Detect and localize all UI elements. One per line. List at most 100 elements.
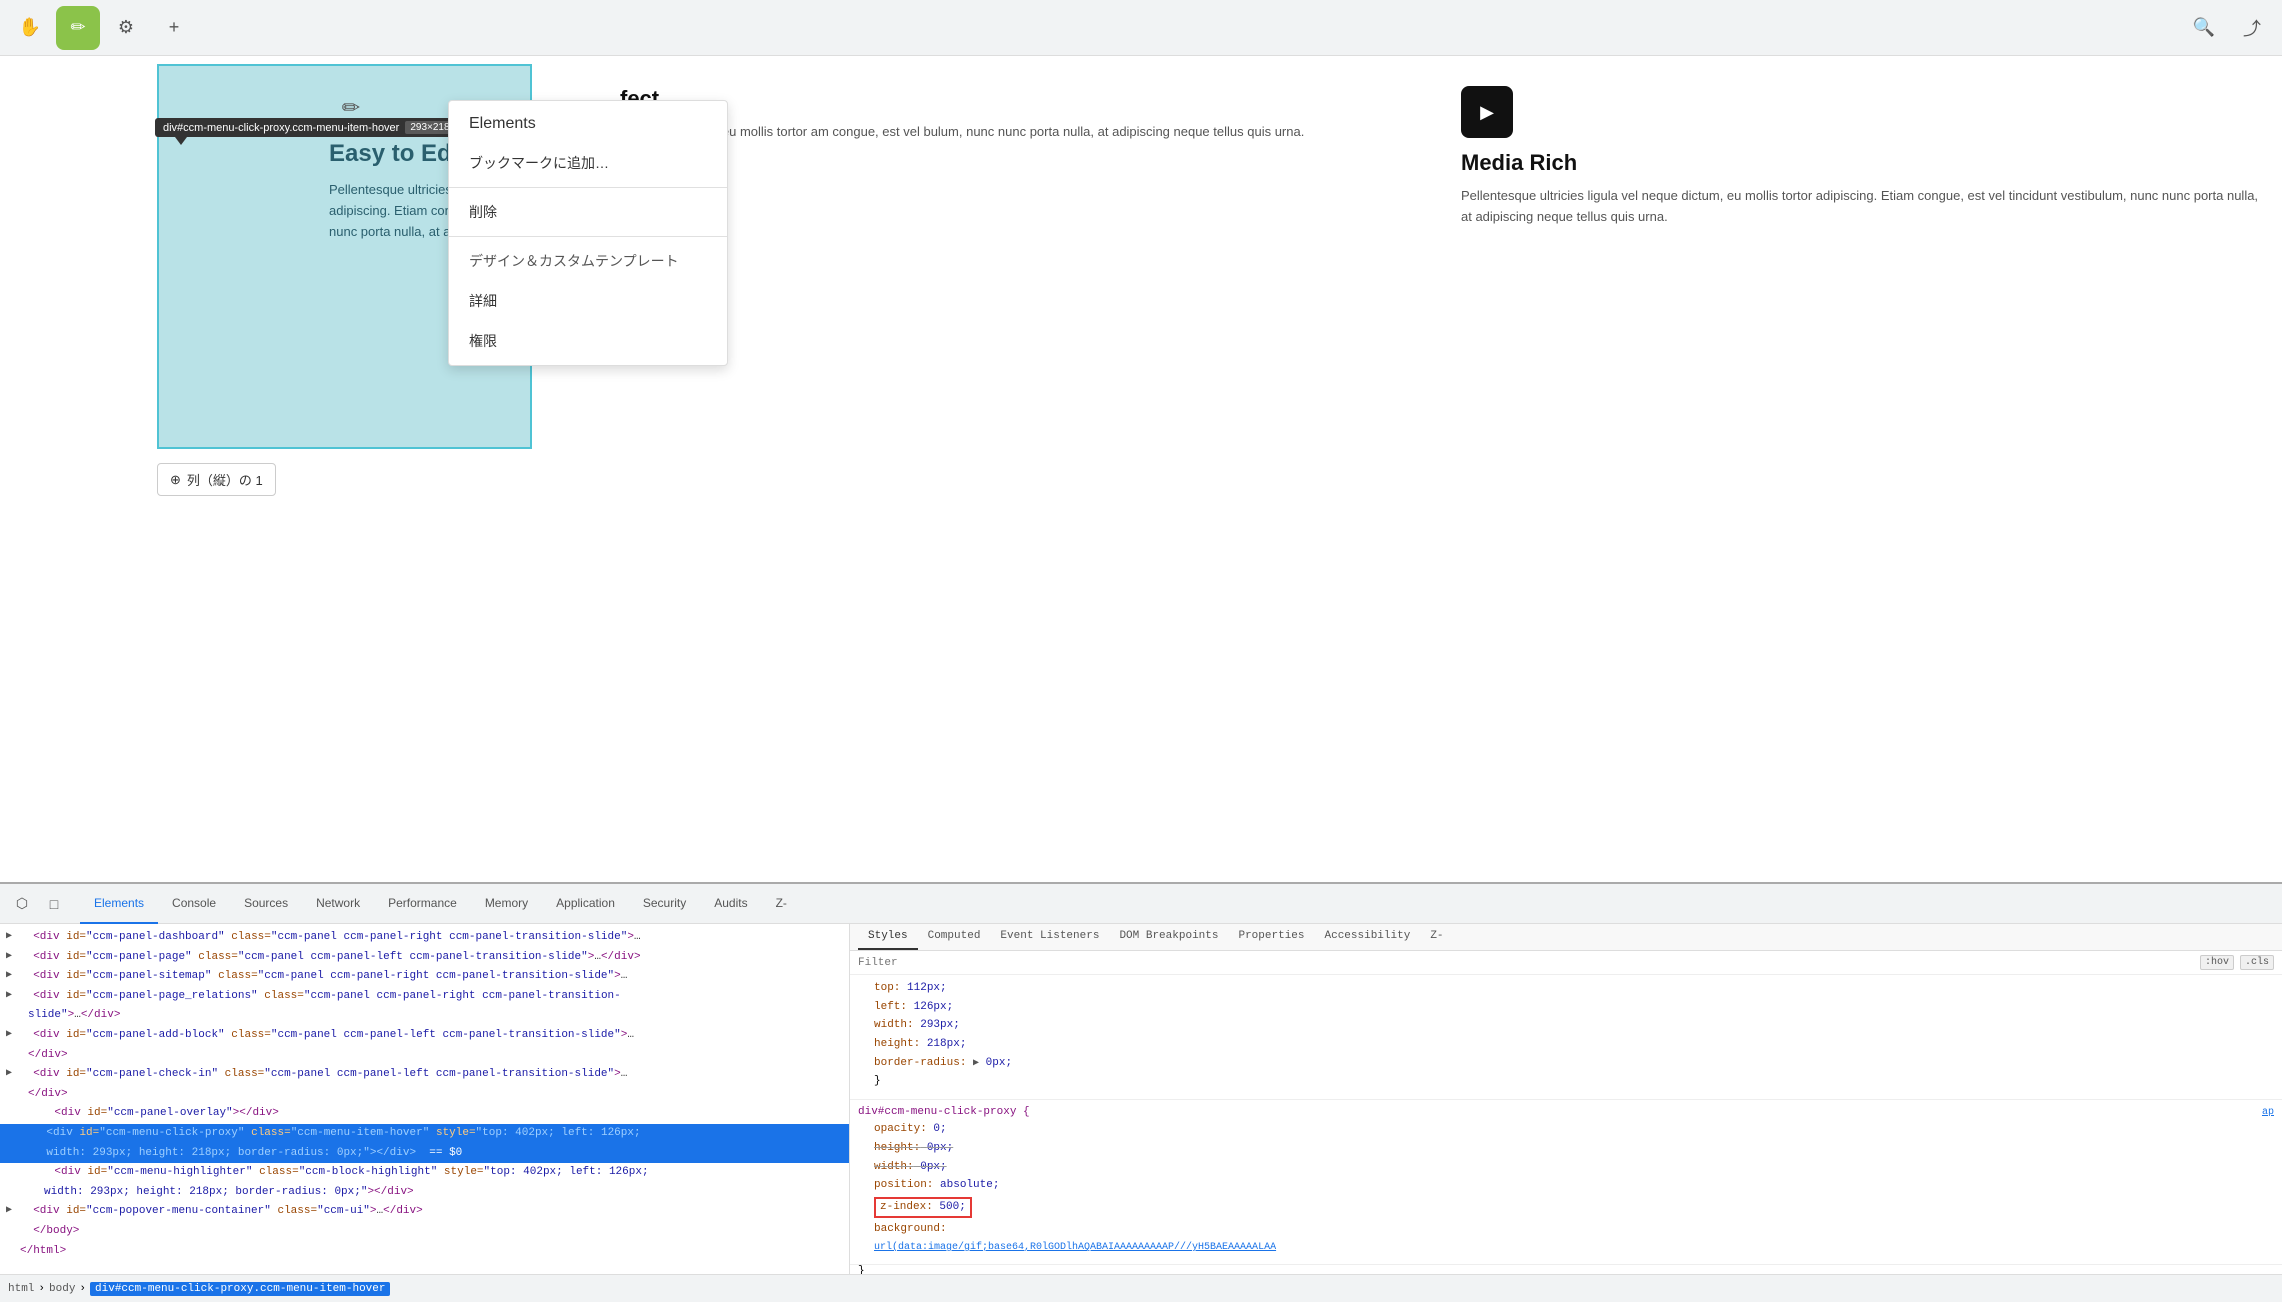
data-uri-link[interactable]: url(data:image/gif;base64,R0lGODlhAQABAI… — [874, 1242, 1276, 1253]
devtools-breadcrumb: html › body › div#ccm-menu-click-proxy.c… — [0, 1274, 2282, 1302]
styles-tabs: Styles Computed Event Listeners DOM Brea… — [850, 924, 2282, 951]
devtools-cursor-icon[interactable]: ⬡ — [8, 890, 36, 918]
html-line-3: ▶ <div id="ccm-panel-sitemap" class="ccm… — [0, 967, 849, 987]
css-block-proxy: div#ccm-menu-click-proxy { ap opacity: 0… — [850, 1100, 2282, 1265]
html-line-8b: width: 293px; height: 218px; border-radi… — [0, 1183, 849, 1203]
block-media-rich-text: Pellentesque ultricies ligula vel neque … — [1461, 186, 2262, 228]
context-menu-item-details[interactable]: 詳細 — [449, 281, 727, 321]
html-line-selected[interactable]: <div id="ccm-menu-click-proxy" class="cc… — [0, 1124, 849, 1144]
css-line-data-uri: url(data:image/gif;base64,R0lGODlhAQABAI… — [858, 1239, 2274, 1256]
styles-tab-computed[interactable]: Computed — [918, 924, 991, 950]
html-panel[interactable]: ▶ <div id="ccm-panel-dashboard" class="c… — [0, 924, 850, 1274]
tab-sources[interactable]: Sources — [230, 884, 302, 924]
tab-security[interactable]: Security — [629, 884, 700, 924]
tab-elements[interactable]: Elements — [80, 884, 158, 924]
devtools-tab-bar: ⬡ □ Elements Console Sources Network Per… — [0, 884, 2282, 924]
element-tooltip: div#ccm-menu-click-proxy.ccm-menu-item-h… — [155, 118, 463, 137]
breadcrumb-html[interactable]: html — [8, 1283, 34, 1295]
column-indicator: ⊕ 列（縦）の 1 — [157, 463, 276, 496]
css-close-block: } — [850, 1265, 2282, 1274]
css-line-position: position: absolute; — [858, 1176, 2274, 1195]
hand-icon-button[interactable]: ✋ — [8, 6, 52, 50]
search-icon-button[interactable]: 🔍 — [2182, 6, 2226, 50]
styles-tab-dom-breakpoints[interactable]: DOM Breakpoints — [1109, 924, 1228, 950]
css-line-left: left: 126px; — [858, 998, 2274, 1017]
tab-z[interactable]: Z- — [762, 884, 801, 924]
devtools-inspect-icon[interactable]: □ — [40, 890, 68, 918]
css-line-top: top: 112px; — [858, 979, 2274, 998]
css-line-background: background: — [858, 1220, 2274, 1239]
context-menu-divider-1 — [449, 187, 727, 188]
context-menu-item-bookmark[interactable]: ブックマークに追加… — [449, 143, 727, 183]
tooltip-arrow — [175, 137, 187, 145]
settings-icon-button[interactable]: ⚙ — [104, 6, 148, 50]
filter-cls-btn[interactable]: .cls — [2240, 955, 2274, 970]
styles-panel: Styles Computed Event Listeners DOM Brea… — [850, 924, 2282, 1274]
html-line-selected-2: width: 293px; height: 218px; border-radi… — [0, 1144, 849, 1164]
page-preview: fect ultricies ligula vel eu mollis tort… — [0, 56, 2282, 506]
html-line-4b: slide">…</div> — [0, 1006, 849, 1026]
html-line-8: <div id="ccm-menu-highlighter" class="cc… — [0, 1163, 849, 1183]
breadcrumb-selected[interactable]: div#ccm-menu-click-proxy.ccm-menu-item-h… — [90, 1282, 390, 1296]
block-media-rich: ▶ Media Rich Pellentesque ultricies ligu… — [1461, 86, 2262, 228]
devtools-tab-icons: ⬡ □ — [8, 890, 68, 918]
column-icon: ⊕ — [170, 472, 181, 488]
filter-hov-btn[interactable]: :hov — [2200, 955, 2234, 970]
block-media-rich-title: Media Rich — [1461, 150, 2262, 176]
styles-filter-bar: :hov .cls — [850, 951, 2282, 975]
context-menu-divider-2 — [449, 236, 727, 237]
css-line-width: width: 293px; — [858, 1016, 2274, 1035]
css-source-link[interactable]: ap — [2262, 1107, 2274, 1118]
block-perfect-title: fect — [620, 86, 1421, 112]
context-menu-item-edit-block[interactable]: Elements — [449, 105, 727, 143]
styles-tab-styles[interactable]: Styles — [858, 924, 918, 950]
css-line-opacity: opacity: 0; — [858, 1120, 2274, 1139]
css-close-brace: } — [858, 1265, 865, 1274]
css-line-border-radius: border-radius: ▶ 0px; — [858, 1054, 2274, 1073]
css-line-height-strike: height: 0px; — [858, 1139, 2274, 1158]
html-line-1: ▶ <div id="ccm-panel-dashboard" class="c… — [0, 928, 849, 948]
tooltip-selector: div#ccm-menu-click-proxy.ccm-menu-item-h… — [163, 122, 399, 134]
media-icon: ▶ — [1461, 86, 1513, 138]
tab-application[interactable]: Application — [542, 884, 629, 924]
css-block-inline: top: 112px; left: 126px; width: 293px; h… — [850, 975, 2282, 1100]
pencil-icon-button[interactable]: ✏ — [56, 6, 100, 50]
block-perfect: fect ultricies ligula vel eu mollis tort… — [620, 86, 1421, 228]
context-menu-item-delete[interactable]: 削除 — [449, 192, 727, 232]
css-brace-close-1: } — [858, 1072, 2274, 1091]
css-line-width-strike: width: 0px; — [858, 1158, 2274, 1177]
html-line-5b: </div> — [0, 1046, 849, 1066]
context-menu-item-permissions[interactable]: 権限 — [449, 321, 727, 361]
html-line-html: </html> — [0, 1242, 849, 1262]
z-index-highlighted-box: z-index: 500; — [874, 1197, 972, 1219]
tab-audits[interactable]: Audits — [700, 884, 761, 924]
html-line-4: ▶ <div id="ccm-panel-page_relations" cla… — [0, 987, 849, 1007]
css-line-zindex: z-index: 500; — [858, 1197, 2274, 1219]
column-label: 列（縦）の 1 — [187, 470, 263, 489]
html-line-2: ▶ <div id="ccm-panel-page" class="ccm-pa… — [0, 948, 849, 968]
styles-filter-input[interactable] — [858, 957, 2192, 969]
styles-tab-event-listeners[interactable]: Event Listeners — [990, 924, 1109, 950]
devtools-body: ▶ <div id="ccm-panel-dashboard" class="c… — [0, 924, 2282, 1274]
tab-memory[interactable]: Memory — [471, 884, 542, 924]
tab-network[interactable]: Network — [302, 884, 374, 924]
styles-tab-properties[interactable]: Properties — [1228, 924, 1314, 950]
html-line-6: ▶ <div id="ccm-panel-check-in" class="cc… — [0, 1065, 849, 1085]
tab-performance[interactable]: Performance — [374, 884, 471, 924]
filter-right: :hov .cls — [2200, 955, 2274, 970]
styles-tab-z[interactable]: Z- — [1420, 924, 1453, 950]
html-line-body: </body> — [0, 1222, 849, 1242]
tab-console[interactable]: Console — [158, 884, 230, 924]
share-icon-button[interactable]: ⤴ — [2230, 6, 2274, 50]
plus-icon-button[interactable]: + — [152, 6, 196, 50]
devtools-panel: ⬡ □ Elements Console Sources Network Per… — [0, 882, 2282, 1302]
css-line-height: height: 218px; — [858, 1035, 2274, 1054]
styles-tab-accessibility[interactable]: Accessibility — [1315, 924, 1421, 950]
html-line-9: ▶ <div id="ccm-popover-menu-container" c… — [0, 1202, 849, 1222]
right-content-blocks: fect ultricies ligula vel eu mollis tort… — [600, 86, 2282, 228]
block-perfect-text: ultricies ligula vel eu mollis tortor am… — [620, 122, 1421, 143]
breadcrumb-body[interactable]: body — [49, 1283, 75, 1295]
html-line-7: <div id="ccm-panel-overlay"></div> — [0, 1104, 849, 1124]
context-menu-item-design[interactable]: デザイン＆カスタムテンプレート — [449, 241, 727, 281]
html-line-6b: </div> — [0, 1085, 849, 1105]
